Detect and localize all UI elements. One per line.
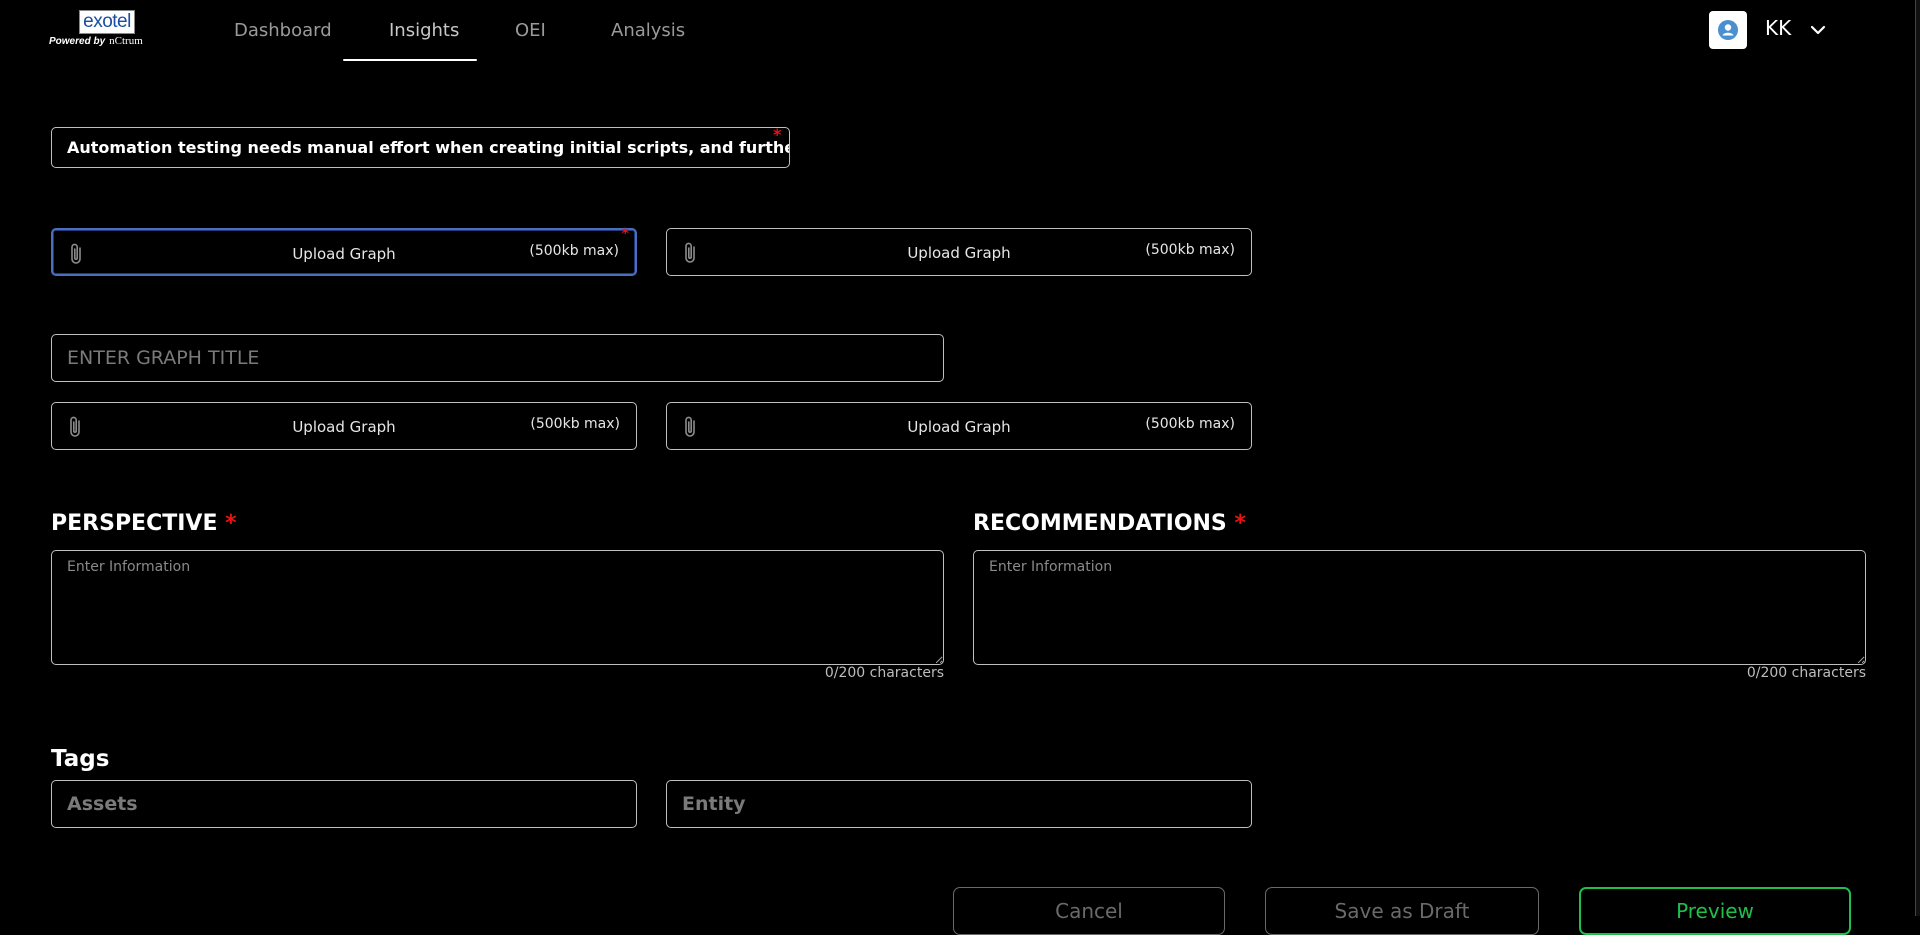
graph-title-input[interactable] — [51, 334, 944, 382]
insight-title-field[interactable]: Automation testing needs manual effort w… — [51, 127, 790, 168]
upload-graph-2[interactable]: Upload Graph (500kb max) — [666, 228, 1252, 276]
perspective-textarea[interactable] — [51, 550, 944, 665]
perspective-heading: PERSPECTIVE * — [51, 511, 237, 536]
powered-by-text: Powered by — [49, 36, 106, 47]
preview-button[interactable]: Preview — [1579, 887, 1851, 935]
powered-by-caption: Powered by nCtrum — [49, 35, 143, 47]
recommendations-heading-text: RECOMMENDATIONS — [973, 511, 1227, 536]
upload-limit: (500kb max) — [529, 243, 619, 259]
user-avatar[interactable] — [1709, 11, 1747, 49]
exotel-logo[interactable]: exotel — [79, 10, 135, 34]
nav-oei[interactable]: OEI — [515, 20, 546, 41]
user-icon — [1718, 20, 1738, 40]
upload-required-mark: * — [621, 226, 629, 242]
save-draft-button[interactable]: Save as Draft — [1265, 887, 1539, 935]
cancel-button[interactable]: Cancel — [953, 887, 1225, 935]
upload-limit: (500kb max) — [1145, 416, 1235, 432]
recommendations-required-mark: * — [1234, 511, 1246, 536]
upload-graph-3[interactable]: Upload Graph (500kb max) — [51, 402, 637, 450]
perspective-heading-text: PERSPECTIVE — [51, 511, 218, 536]
nav-insights[interactable]: Insights — [389, 20, 459, 41]
upload-graph-4[interactable]: Upload Graph (500kb max) — [666, 402, 1252, 450]
user-initials[interactable]: KK — [1765, 16, 1791, 40]
recommendations-textarea[interactable] — [973, 550, 1866, 665]
assets-input[interactable] — [51, 780, 637, 828]
upload-limit: (500kb max) — [1145, 242, 1235, 258]
recommendations-heading: RECOMMENDATIONS * — [973, 511, 1246, 536]
perspective-char-counter: 0/200 characters — [824, 665, 944, 681]
powered-brand: nCtrum — [109, 35, 143, 47]
title-required-mark: * — [773, 125, 782, 144]
active-nav-indicator — [343, 59, 477, 61]
upload-graph-1[interactable]: Upload Graph (500kb max) * — [51, 226, 637, 276]
chevron-down-icon[interactable] — [1810, 24, 1826, 36]
nav-analysis[interactable]: Analysis — [611, 20, 685, 41]
tags-heading: Tags — [51, 746, 110, 772]
page-scrollbar[interactable] — [1915, 0, 1920, 916]
perspective-required-mark: * — [225, 511, 237, 536]
nav-dashboard[interactable]: Dashboard — [234, 20, 332, 41]
recommendations-char-counter: 0/200 characters — [1746, 665, 1866, 681]
entity-input[interactable] — [666, 780, 1252, 828]
upload-limit: (500kb max) — [530, 416, 620, 432]
